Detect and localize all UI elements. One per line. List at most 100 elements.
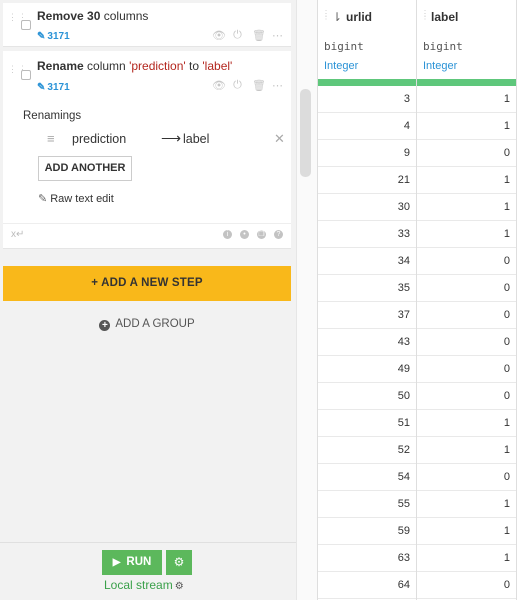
drag-handle-icon[interactable]: ⋮⋮ — [8, 13, 27, 22]
column-meaning[interactable]: Integer — [324, 60, 358, 72]
table-row: 59 — [318, 518, 416, 545]
column-name[interactable]: urlid — [346, 10, 372, 24]
table-cell[interactable]: 1 — [504, 174, 510, 186]
table-cell[interactable]: 4 — [404, 120, 410, 132]
formula-symbol-icon: x↵ — [11, 229, 25, 240]
table-cell[interactable]: 64 — [398, 579, 410, 591]
add-another-button[interactable]: ADD ANOTHER — [38, 156, 132, 181]
remove-renaming-icon[interactable]: ✕ — [274, 131, 285, 147]
raw-text-edit-link[interactable]: ✎ Raw text edit — [38, 192, 114, 205]
power-icon[interactable]: ⏻ — [232, 29, 243, 42]
drop-icon[interactable]: • — [240, 230, 249, 239]
column-storage-type: bigint — [423, 40, 463, 53]
table-row: 4 — [318, 113, 416, 140]
table-cell[interactable]: 50 — [398, 390, 410, 402]
table-cell[interactable]: 1 — [504, 228, 510, 240]
table-cell[interactable]: 0 — [504, 309, 510, 321]
step-badge[interactable]: ✎ 3171 — [37, 31, 70, 42]
table-cell[interactable]: 63 — [398, 552, 410, 564]
table-cell[interactable]: 0 — [504, 282, 510, 294]
table-cell[interactable]: 3 — [404, 93, 410, 105]
more-icon[interactable]: ⋯ — [272, 79, 283, 92]
help-icon[interactable]: ? — [274, 230, 283, 239]
step-remove-columns[interactable]: ⋮⋮ Remove 30 columns ✎ 3171 👁 ⏻ 🗑 ⋯ — [3, 3, 291, 47]
table-cell[interactable]: 1 — [504, 120, 510, 132]
step-checkbox[interactable] — [21, 70, 31, 80]
step-checkbox[interactable] — [21, 20, 31, 30]
table-cell[interactable]: 0 — [504, 147, 510, 159]
run-settings-button[interactable]: ⚙ — [166, 550, 192, 575]
table-cell[interactable]: 49 — [398, 363, 410, 375]
table-cell[interactable]: 9 — [404, 147, 410, 159]
power-icon[interactable]: ⏻ — [232, 79, 243, 92]
step-title-to: 'label' — [202, 59, 233, 73]
table-cell[interactable]: 33 — [398, 228, 410, 240]
eye-icon[interactable]: 👁 — [212, 29, 226, 42]
table-cell[interactable]: 0 — [504, 390, 510, 402]
table-cell[interactable]: 37 — [398, 309, 410, 321]
column-header[interactable]: ⋮ ⋮ ⇂ urlid bigint Integer — [318, 0, 416, 86]
table-row: 1 — [417, 194, 516, 221]
add-group-button[interactable]: + ADD A GROUP — [0, 318, 294, 331]
column-name[interactable]: label — [431, 10, 458, 24]
more-icon[interactable]: ⋯ — [272, 29, 283, 42]
drag-handle-icon[interactable]: ⋮⋮ — [421, 10, 429, 21]
column-meaning[interactable]: Integer — [423, 60, 457, 72]
reorder-icon[interactable]: ≡ — [47, 131, 55, 146]
table-cell[interactable]: 21 — [398, 174, 410, 186]
table-cell[interactable]: 1 — [504, 201, 510, 213]
table-cell[interactable]: 1 — [504, 417, 510, 429]
splitter-handle[interactable] — [300, 89, 311, 177]
table-cell[interactable]: 30 — [398, 201, 410, 213]
table-cell[interactable]: 54 — [398, 471, 410, 483]
step-actions: 👁 ⏻ 🗑 ⋯ — [212, 79, 283, 92]
table-cell[interactable]: 0 — [504, 579, 510, 591]
renaming-from-field[interactable]: prediction — [72, 132, 126, 146]
table-cell[interactable]: 1 — [504, 498, 510, 510]
validity-bar — [318, 79, 416, 86]
table-cell[interactable]: 55 — [398, 498, 410, 510]
table-row: 0 — [417, 356, 516, 383]
eye-icon[interactable]: 👁 — [212, 79, 226, 92]
engine-selector[interactable]: Local stream ⚙ — [104, 578, 184, 592]
column-rows: 3 4 9 21 30 33 34 35 37 43 49 50 51 52 54 55 59 63 64 — [318, 86, 416, 599]
table-cell[interactable]: 1 — [504, 552, 510, 564]
table-cell[interactable]: 1 — [504, 444, 510, 456]
table-cell[interactable]: 1 — [504, 525, 510, 537]
trash-icon[interactable]: 🗑 — [252, 79, 266, 92]
table-cell[interactable]: 34 — [398, 255, 410, 267]
table-cell[interactable]: 43 — [398, 336, 410, 348]
table-cell[interactable]: 51 — [398, 417, 410, 429]
step-rename-column[interactable]: ⋮⋮ Rename column 'prediction' to 'label'… — [3, 51, 291, 249]
table-row: 1 — [417, 86, 516, 113]
table-row: 3 — [318, 86, 416, 113]
table-cell[interactable]: 0 — [504, 336, 510, 348]
table-cell[interactable]: 59 — [398, 525, 410, 537]
drag-handle-icon[interactable]: ⋮⋮ — [8, 65, 27, 74]
table-cell[interactable]: 52 — [398, 444, 410, 456]
table-row: 0 — [417, 275, 516, 302]
drag-handle-icon[interactable]: ⋮⋮ — [322, 10, 330, 21]
table-row: 54 — [318, 464, 416, 491]
table-row: 1 — [417, 410, 516, 437]
info-icon[interactable]: i — [223, 230, 232, 239]
copy-icon[interactable]: ❐ — [257, 230, 266, 239]
add-new-step-button[interactable]: + ADD A NEW STEP — [3, 266, 291, 301]
table-row: 37 — [318, 302, 416, 329]
table-cell[interactable]: 0 — [504, 255, 510, 267]
sort-icon[interactable]: ⇂ — [332, 10, 342, 24]
renaming-to-field[interactable]: label — [183, 132, 209, 146]
column-header[interactable]: ⋮ ⋮ label bigint Integer — [417, 0, 516, 86]
panel-splitter[interactable] — [296, 0, 317, 600]
trash-icon[interactable]: 🗑 — [252, 29, 266, 42]
table-cell[interactable]: 0 — [504, 471, 510, 483]
run-button[interactable]: ▶ RUN — [102, 550, 162, 575]
step-badge-count: 3171 — [47, 31, 70, 42]
table-cell[interactable]: 35 — [398, 282, 410, 294]
table-cell[interactable]: 0 — [504, 363, 510, 375]
step-title-action: Remove — [37, 9, 84, 23]
script-panel: ⋮⋮ Remove 30 columns ✎ 3171 👁 ⏻ 🗑 ⋯ ⋮⋮ Re… — [0, 0, 296, 600]
step-badge[interactable]: ✎ 3171 — [37, 82, 70, 93]
table-row: 1 — [417, 113, 516, 140]
table-cell[interactable]: 1 — [504, 93, 510, 105]
